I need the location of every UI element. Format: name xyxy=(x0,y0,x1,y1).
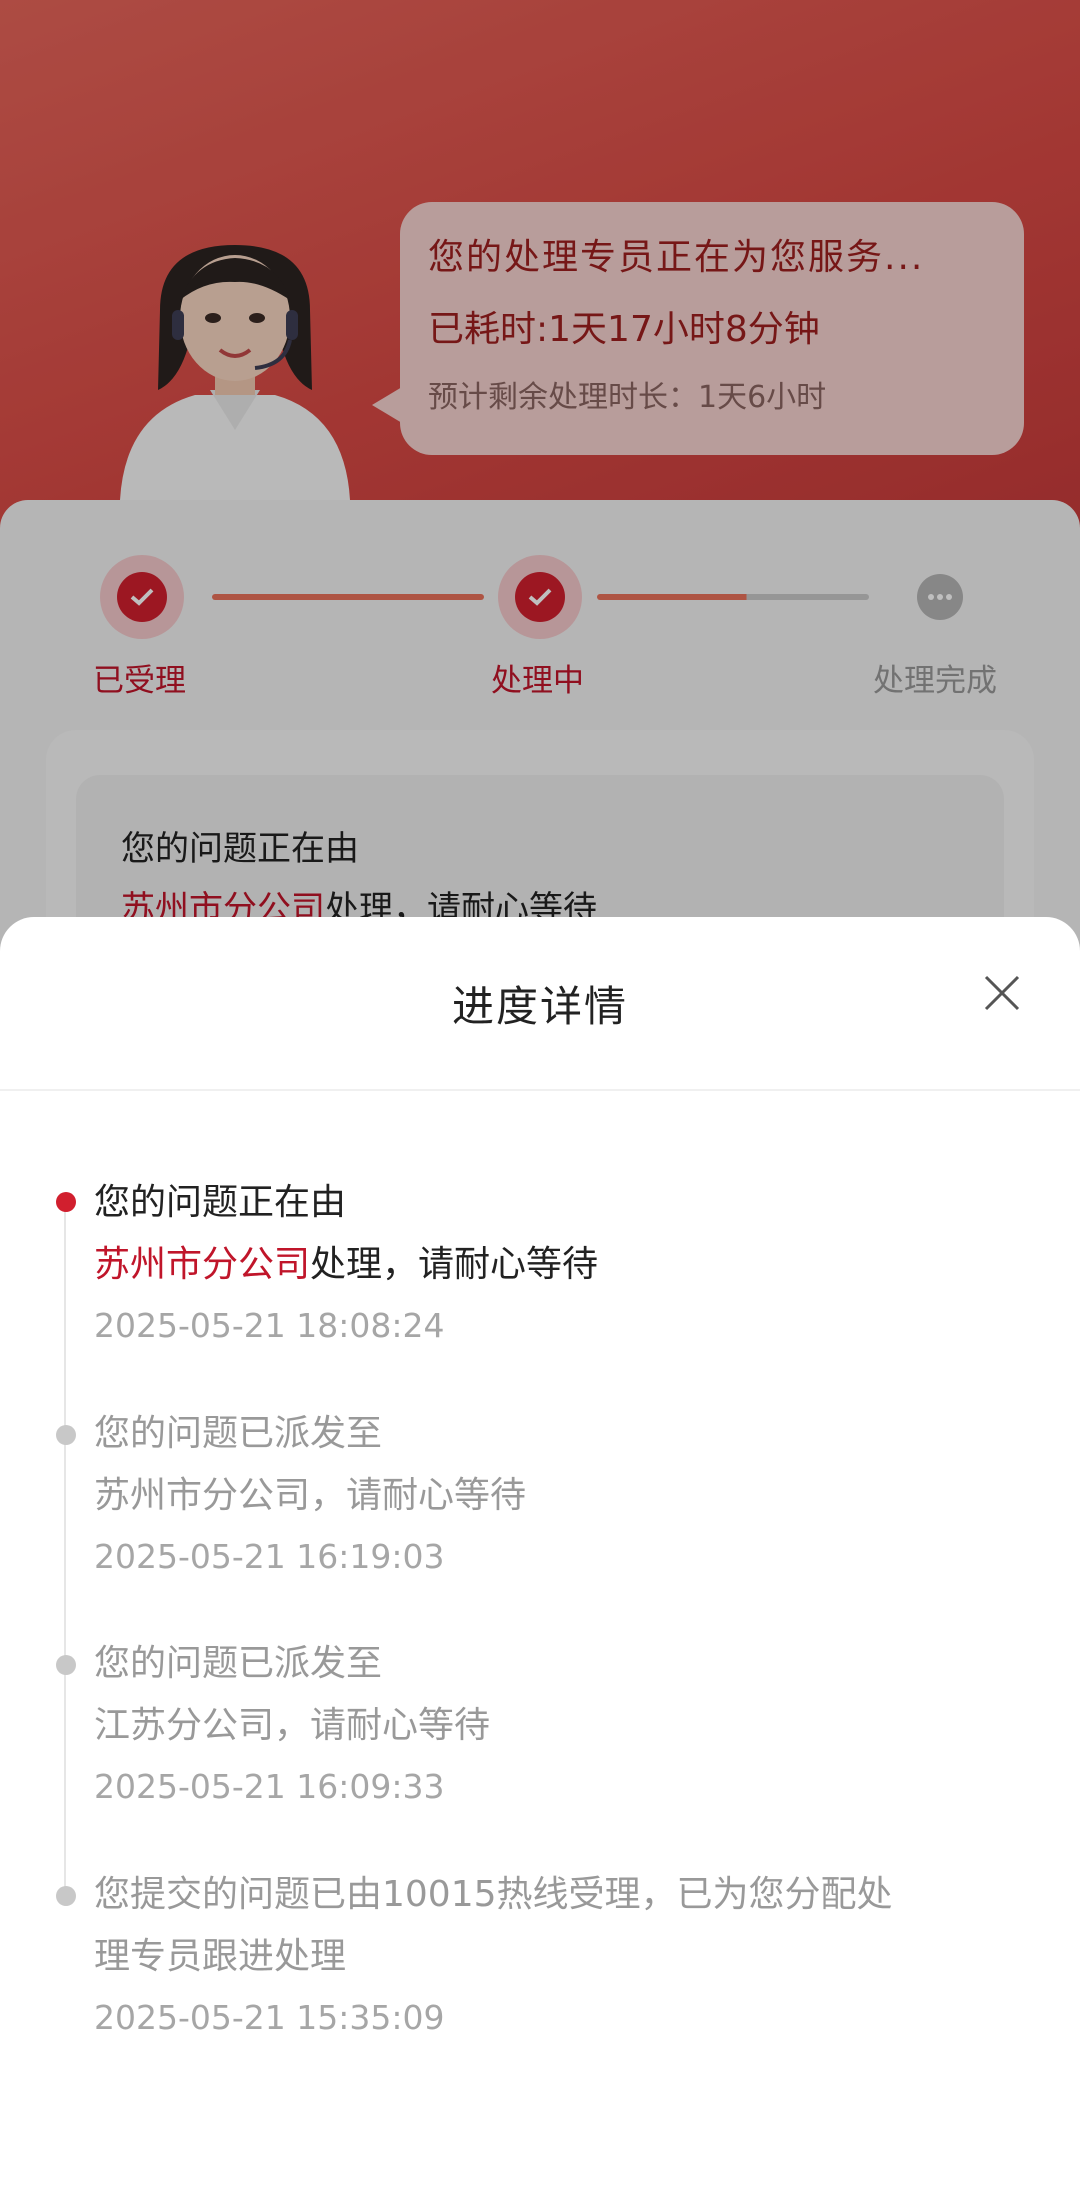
timeline-item-line2-rest: 处理，请耐心等待 xyxy=(310,1244,599,1285)
timeline-item-line1: 您的问题正在由 xyxy=(94,1182,347,1223)
close-icon xyxy=(984,975,1020,1011)
timeline-line xyxy=(64,1202,66,1900)
timeline-item-line2: 理专员跟进处理 xyxy=(94,1936,347,1977)
sheet-header: 进度详情 xyxy=(0,917,1080,1091)
timeline-item-line1: 您提交的问题已由10015热线受理，已为您分配处 xyxy=(94,1874,893,1915)
timeline-item-line2: 苏州市分公司处理，请耐心等待 xyxy=(94,1234,994,1296)
close-button[interactable] xyxy=(982,973,1022,1013)
timeline-dot xyxy=(56,1425,76,1445)
timeline-item: 您的问题已派发至 江苏分公司，请耐心等待 2025-05-21 16:09:33 xyxy=(94,1633,994,1815)
timeline-office: 苏州市分公司 xyxy=(94,1244,311,1285)
timeline-item-time: 2025-05-21 15:35:09 xyxy=(94,1998,445,2037)
timeline-item-time: 2025-05-21 18:08:24 xyxy=(94,1306,445,1345)
timeline-item: 您的问题已派发至 苏州市分公司，请耐心等待 2025-05-21 16:19:0… xyxy=(94,1403,994,1585)
timeline-item-line2: 江苏分公司，请耐心等待 xyxy=(94,1705,491,1746)
timeline-item-line2: 苏州市分公司，请耐心等待 xyxy=(94,1475,527,1516)
timeline-item-time: 2025-05-21 16:19:03 xyxy=(94,1537,445,1576)
timeline-dot xyxy=(56,1655,76,1675)
timeline-item-time: 2025-05-21 16:09:33 xyxy=(94,1767,445,1806)
timeline-item: 您提交的问题已由10015热线受理，已为您分配处 理专员跟进处理 2025-05… xyxy=(94,1864,994,2046)
timeline-dot-active xyxy=(56,1192,76,1212)
sheet-title: 进度详情 xyxy=(451,982,628,1031)
timeline-item: 您的问题正在由 苏州市分公司处理，请耐心等待 2025-05-21 18:08:… xyxy=(94,1172,994,1354)
timeline-item-line1: 您的问题已派发至 xyxy=(94,1643,383,1684)
timeline-item-line1: 您的问题已派发至 xyxy=(94,1413,383,1454)
timeline-dot xyxy=(56,1886,76,1906)
